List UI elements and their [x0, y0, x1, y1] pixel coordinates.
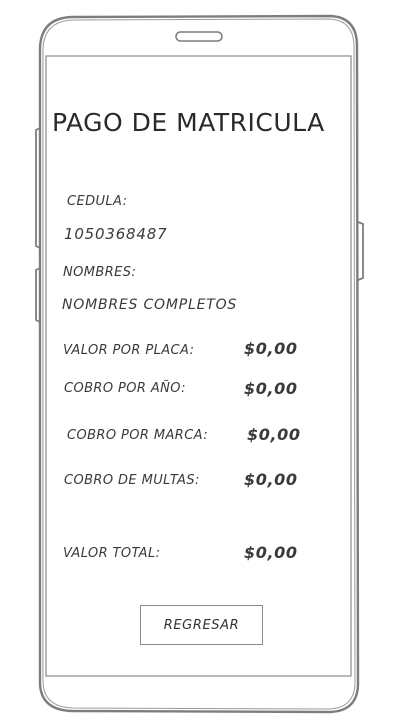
nombres-label: NOMBRES: [63, 265, 137, 280]
regresar-button-label: REGRESAR [163, 617, 240, 633]
cobro-anio-amount: $0,00 [244, 379, 298, 398]
cobro-multas-label: COBRO DE MULTAS: [64, 473, 200, 488]
valor-placa-label: VALOR POR PLACA: [63, 343, 195, 358]
cobro-anio-label: COBRO POR AÑO: [64, 381, 186, 396]
app-screen [46, 56, 351, 676]
valor-total-amount: $0,00 [244, 543, 298, 562]
page-title: PAGO DE MATRICULA [52, 108, 325, 137]
regresar-button[interactable]: REGRESAR [140, 605, 263, 645]
valor-total-label: VALOR TOTAL: [63, 546, 161, 561]
cobro-marca-label: COBRO POR MARCA: [67, 428, 208, 443]
cedula-value: 1050368487 [64, 225, 168, 243]
cobro-multas-amount: $0,00 [244, 470, 298, 489]
cedula-label: CEDULA: [67, 194, 128, 209]
nombres-value: NOMBRES COMPLETOS [62, 297, 238, 313]
valor-placa-amount: $0,00 [244, 339, 298, 358]
cobro-marca-amount: $0,00 [247, 425, 301, 444]
